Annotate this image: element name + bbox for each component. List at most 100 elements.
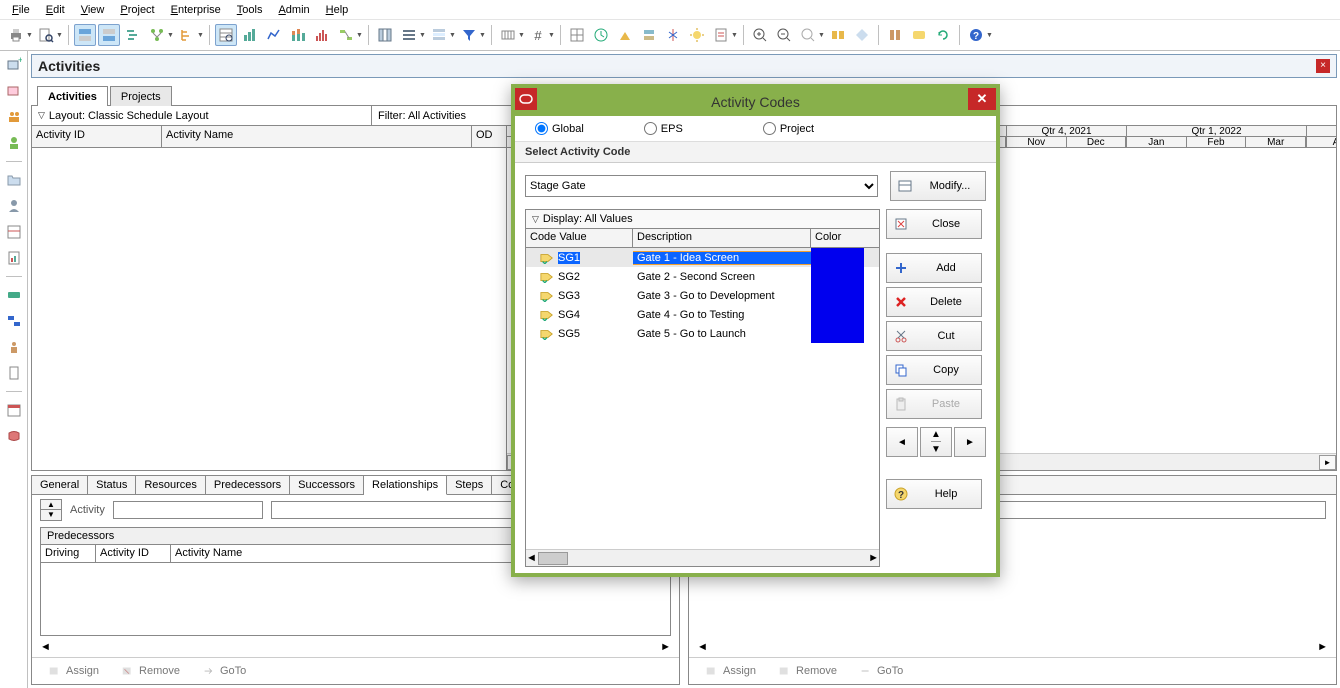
assign-button[interactable]: Assign: [697, 662, 764, 680]
tab-projects[interactable]: Projects: [110, 86, 172, 106]
refresh-icon[interactable]: [932, 24, 954, 46]
level-icon[interactable]: [638, 24, 660, 46]
open-project-icon[interactable]: [4, 170, 24, 190]
scroll-right-icon[interactable]: ►: [1319, 455, 1336, 470]
columns-icon[interactable]: [374, 24, 396, 46]
goto-button[interactable]: GoTo: [194, 662, 254, 680]
code-row[interactable]: SG5Gate 5 - Go to Launch: [526, 324, 879, 343]
zoom-fit-icon[interactable]: [797, 24, 819, 46]
help-icon[interactable]: ?: [965, 24, 987, 46]
move-right-button[interactable]: ►: [954, 427, 986, 457]
layout-gantt-icon[interactable]: [122, 24, 144, 46]
cost-icon[interactable]: [4, 426, 24, 446]
print-icon[interactable]: [5, 24, 27, 46]
display-toggle[interactable]: ▽Display: All Values: [526, 210, 879, 229]
remove-button[interactable]: Remove: [113, 662, 188, 680]
spin-down-icon[interactable]: ▼: [41, 510, 61, 520]
grid-icon[interactable]: [566, 24, 588, 46]
spotlight-icon[interactable]: [686, 24, 708, 46]
close-page-icon[interactable]: ×: [1316, 59, 1330, 73]
table-body[interactable]: [32, 148, 506, 470]
progress-icon[interactable]: [614, 24, 636, 46]
col-activity-name[interactable]: Activity Name: [162, 126, 472, 147]
paste-button[interactable]: Paste: [886, 389, 982, 419]
col-code-value[interactable]: Code Value: [526, 229, 633, 247]
spin-up-icon[interactable]: ▲: [41, 500, 61, 510]
layout-top-icon[interactable]: [74, 24, 96, 46]
menu-help[interactable]: Help: [318, 2, 357, 18]
calendar-icon[interactable]: [4, 400, 24, 420]
add-button[interactable]: Add: [886, 253, 982, 283]
menu-enterprise[interactable]: Enterprise: [163, 2, 229, 18]
scroll-left-icon[interactable]: ◄: [40, 641, 51, 653]
dropdown-icon[interactable]: ▼: [548, 32, 555, 39]
modify-button[interactable]: Modify...: [890, 171, 986, 201]
filter-icon[interactable]: [458, 24, 480, 46]
dropdown-icon[interactable]: ▼: [518, 32, 525, 39]
chart-histogram-icon[interactable]: [311, 24, 333, 46]
user-icon[interactable]: [4, 337, 24, 357]
branch-icon[interactable]: [176, 24, 198, 46]
menu-edit[interactable]: Edit: [38, 2, 73, 18]
dtab-status[interactable]: Status: [88, 476, 136, 495]
move-down-icon[interactable]: ▼: [931, 442, 941, 456]
menu-file[interactable]: File: [4, 2, 38, 18]
dropdown-icon[interactable]: ▼: [356, 32, 363, 39]
dropdown-icon[interactable]: ▼: [167, 32, 174, 39]
dtab-successors[interactable]: Successors: [290, 476, 364, 495]
collapse-icon[interactable]: [851, 24, 873, 46]
scroll-right-icon[interactable]: ►: [868, 552, 879, 564]
zoom-out-icon[interactable]: [773, 24, 795, 46]
reflect-icon[interactable]: [662, 24, 684, 46]
dropdown-icon[interactable]: ▼: [479, 32, 486, 39]
bars-icon[interactable]: [398, 24, 420, 46]
dropdown-icon[interactable]: ▼: [449, 32, 456, 39]
menu-project[interactable]: Project: [112, 2, 162, 18]
remove-button[interactable]: Remove: [770, 662, 845, 680]
activity-green-icon[interactable]: [4, 285, 24, 305]
activity-spinner[interactable]: ▲▼: [40, 499, 62, 521]
chart-profile-icon[interactable]: [263, 24, 285, 46]
layout-selector[interactable]: ▽Layout: Classic Schedule Layout: [32, 106, 372, 125]
radio-project[interactable]: Project: [763, 122, 814, 135]
col-od[interactable]: OD: [472, 126, 506, 147]
code-row[interactable]: SG1Gate 1 - Idea Screen: [526, 248, 879, 267]
activity-id-input[interactable]: [113, 501, 263, 519]
activity-code-dropdown[interactable]: Stage Gate: [525, 175, 878, 197]
group-sort-icon[interactable]: [428, 24, 450, 46]
menu-admin[interactable]: Admin: [270, 2, 317, 18]
dtab-predecessors[interactable]: Predecessors: [206, 476, 290, 495]
wbs-icon[interactable]: [4, 222, 24, 242]
dialog-close-button[interactable]: ✕: [968, 88, 996, 110]
dropdown-icon[interactable]: ▼: [26, 32, 33, 39]
radio-global[interactable]: Global: [535, 122, 584, 135]
trace-logic-icon[interactable]: [335, 24, 357, 46]
delete-activity-icon[interactable]: [4, 81, 24, 101]
dropdown-icon[interactable]: ▼: [731, 32, 738, 39]
dialog-title-bar[interactable]: Activity Codes ✕: [515, 88, 996, 116]
move-left-button[interactable]: ◄: [886, 427, 918, 457]
chart-stacked-icon[interactable]: [287, 24, 309, 46]
dtab-resources[interactable]: Resources: [136, 476, 206, 495]
person-icon[interactable]: [4, 196, 24, 216]
menu-view[interactable]: View: [73, 2, 113, 18]
delete-button[interactable]: Delete: [886, 287, 982, 317]
help-button[interactable]: ?Help: [886, 479, 982, 509]
move-updown-button[interactable]: ▲▼: [920, 427, 952, 457]
radio-eps[interactable]: EPS: [644, 122, 683, 135]
prev-icon[interactable]: [884, 24, 906, 46]
col-activity-id[interactable]: Activity ID: [32, 126, 162, 147]
dropdown-icon[interactable]: ▼: [419, 32, 426, 39]
col-driving[interactable]: Driving: [41, 545, 96, 562]
assign-button[interactable]: Assign: [40, 662, 107, 680]
claim-icon[interactable]: [710, 24, 732, 46]
hierarchy-icon[interactable]: [146, 24, 168, 46]
move-up-icon[interactable]: ▲: [931, 428, 941, 442]
timescale-icon[interactable]: [497, 24, 519, 46]
resources-icon[interactable]: [4, 107, 24, 127]
scroll-left-icon[interactable]: ◄: [697, 641, 708, 653]
dropdown-icon[interactable]: ▼: [56, 32, 63, 39]
menu-tools[interactable]: Tools: [229, 2, 271, 18]
doc-icon[interactable]: [4, 363, 24, 383]
scroll-right-icon[interactable]: ►: [660, 641, 671, 653]
